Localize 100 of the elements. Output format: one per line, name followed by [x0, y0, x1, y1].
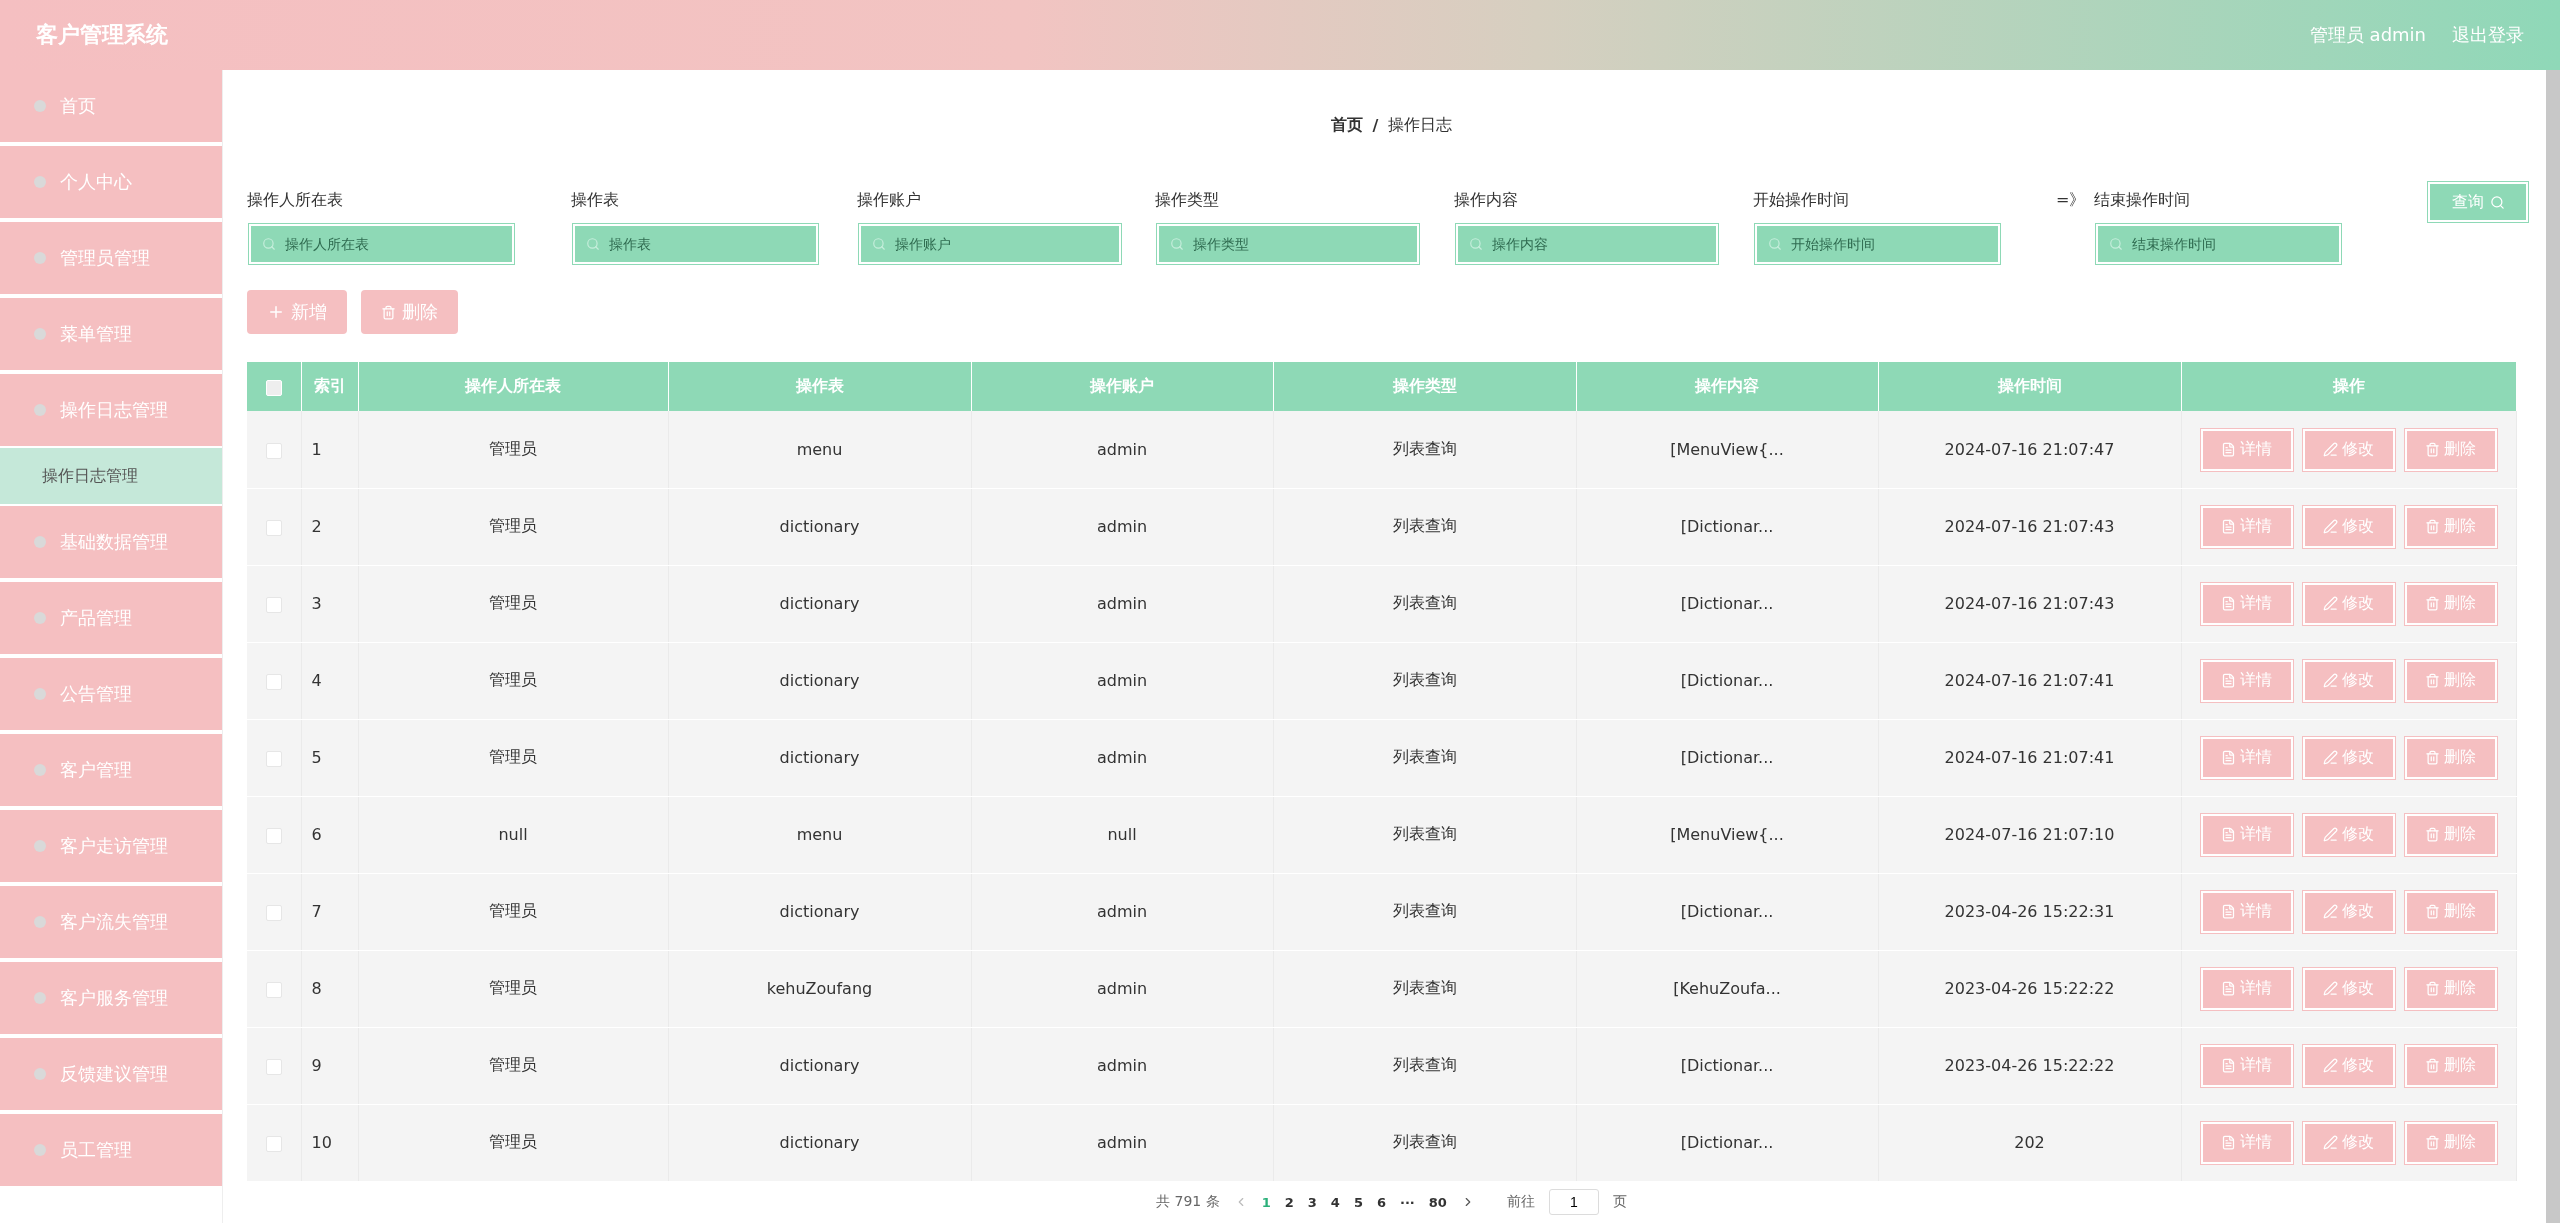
page-link[interactable]: 6 — [1376, 1194, 1386, 1210]
edit-button[interactable]: 修改 — [2302, 736, 2395, 779]
edit-button[interactable]: 修改 — [2302, 1044, 2395, 1087]
detail-button[interactable]: 详情 — [2200, 505, 2293, 548]
detail-button[interactable]: 详情 — [2200, 890, 2293, 933]
pencil-icon — [2323, 981, 2338, 997]
sidebar-item[interactable]: 操作日志管理 — [0, 374, 222, 446]
edit-button[interactable]: 修改 — [2302, 659, 2395, 702]
pencil-icon — [2323, 750, 2338, 766]
column-header: 操作 — [2181, 362, 2516, 412]
edit-button[interactable]: 修改 — [2302, 813, 2395, 856]
search-icon — [1469, 237, 1483, 252]
row-checkbox[interactable] — [265, 519, 282, 536]
row-checkbox[interactable] — [265, 1058, 282, 1075]
table-cell: admin — [971, 1027, 1273, 1105]
row-checkbox[interactable] — [265, 981, 282, 998]
sidebar-item[interactable]: 反馈建议管理 — [0, 1038, 222, 1110]
scrollbar[interactable] — [2546, 70, 2560, 1223]
delete-button[interactable]: 删除 — [2404, 1121, 2497, 1164]
detail-button[interactable]: 详情 — [2200, 428, 2293, 471]
add-button[interactable]: 新增 — [247, 290, 347, 335]
bullet-icon — [34, 840, 46, 852]
detail-button[interactable]: 详情 — [2200, 582, 2293, 625]
table-cell: 10 — [301, 1104, 358, 1182]
filter-field[interactable]: 操作账户 — [859, 224, 1121, 265]
table-cell: 2023-04-26 15:22:22 — [1878, 950, 2181, 1028]
sidebar-item[interactable]: 客户管理 — [0, 734, 222, 806]
delete-button[interactable]: 删除 — [361, 290, 458, 335]
edit-button[interactable]: 修改 — [2302, 1121, 2395, 1164]
table-cell: admin — [971, 719, 1273, 797]
page-link[interactable]: 1 — [1261, 1194, 1271, 1210]
filter-field[interactable]: 操作表 — [573, 224, 818, 265]
delete-button[interactable]: 删除 — [2404, 967, 2497, 1010]
sidebar-item[interactable]: 员工管理 — [0, 1114, 222, 1186]
page-link[interactable]: 2 — [1284, 1194, 1294, 1210]
delete-button[interactable]: 删除 — [2404, 659, 2497, 702]
row-checkbox[interactable] — [265, 596, 282, 613]
table-cell: 列表查询 — [1273, 642, 1576, 720]
sidebar-item[interactable]: 个人中心 — [0, 146, 222, 218]
bullet-icon — [34, 404, 46, 416]
page-link[interactable]: ··· — [1400, 1194, 1415, 1210]
sidebar-item[interactable]: 客户服务管理 — [0, 962, 222, 1034]
sidebar-item[interactable]: 公告管理 — [0, 658, 222, 730]
sidebar-item[interactable]: 产品管理 — [0, 582, 222, 654]
table-cell: admin — [971, 411, 1273, 489]
sidebar-item[interactable]: 客户流失管理 — [0, 886, 222, 958]
page-link[interactable]: 3 — [1307, 1194, 1317, 1210]
row-checkbox[interactable] — [265, 904, 282, 921]
table-cell: null — [971, 796, 1273, 874]
page-link[interactable]: 80 — [1428, 1194, 1447, 1210]
row-checkbox[interactable] — [265, 1135, 282, 1152]
table-cell: 管理员 — [358, 411, 668, 489]
detail-button[interactable]: 详情 — [2200, 659, 2293, 702]
edit-button[interactable]: 修改 — [2302, 890, 2395, 933]
table-cell: 9 — [301, 1027, 358, 1105]
detail-button[interactable]: 详情 — [2200, 813, 2293, 856]
delete-button[interactable]: 删除 — [2404, 736, 2497, 779]
query-button[interactable]: 查询 — [2428, 182, 2528, 223]
filter-field[interactable]: 结束操作时间 — [2096, 224, 2341, 265]
delete-button[interactable]: 删除 — [2404, 1044, 2497, 1087]
filter-field[interactable]: 操作内容 — [1456, 224, 1718, 265]
page-link[interactable]: 5 — [1353, 1194, 1363, 1210]
row-checkbox[interactable] — [265, 827, 282, 844]
select-all-checkbox[interactable] — [265, 379, 282, 396]
detail-button[interactable]: 详情 — [2200, 967, 2293, 1010]
bullet-icon — [34, 764, 46, 776]
edit-button[interactable]: 修改 — [2302, 967, 2395, 1010]
sidebar-item[interactable]: 管理员管理 — [0, 222, 222, 294]
row-checkbox[interactable] — [265, 750, 282, 767]
delete-button[interactable]: 删除 — [2404, 505, 2497, 548]
table-cell: admin — [971, 642, 1273, 720]
breadcrumb-link[interactable]: 首页 — [1330, 114, 1363, 136]
sidebar-item[interactable]: 基础数据管理 — [0, 506, 222, 578]
edit-button[interactable]: 修改 — [2302, 582, 2395, 625]
logout-link[interactable]: 退出登录 — [2452, 23, 2524, 47]
detail-button[interactable]: 详情 — [2200, 1121, 2293, 1164]
delete-button[interactable]: 删除 — [2404, 428, 2497, 471]
sidebar-item[interactable]: 客户走访管理 — [0, 810, 222, 882]
column-header: 操作内容 — [1576, 362, 1878, 412]
edit-button[interactable]: 修改 — [2302, 505, 2395, 548]
row-checkbox[interactable] — [265, 673, 282, 690]
breadcrumb-link[interactable]: 操作日志 — [1388, 114, 1453, 136]
filter-field[interactable]: 开始操作时间 — [1755, 224, 2000, 265]
table-cell: [Dictionar... — [1576, 488, 1878, 566]
page-link[interactable]: 4 — [1330, 1194, 1340, 1210]
table-cell: [Dictionar... — [1576, 719, 1878, 797]
page-input[interactable]: 1 — [1548, 1189, 1599, 1216]
delete-button[interactable]: 删除 — [2404, 582, 2497, 625]
trash-icon — [2425, 981, 2440, 997]
sidebar-item[interactable]: 菜单管理 — [0, 298, 222, 370]
filter-field[interactable]: 操作人所在表 — [249, 224, 514, 265]
delete-button[interactable]: 删除 — [2404, 890, 2497, 933]
sidebar-item[interactable]: 首页 — [0, 70, 222, 142]
detail-button[interactable]: 详情 — [2200, 736, 2293, 779]
filter-field[interactable]: 操作类型 — [1157, 224, 1419, 265]
delete-button[interactable]: 删除 — [2404, 813, 2497, 856]
row-checkbox[interactable] — [265, 442, 282, 459]
sidebar-subitem[interactable]: 操作日志管理 — [0, 448, 222, 504]
edit-button[interactable]: 修改 — [2302, 428, 2395, 471]
detail-button[interactable]: 详情 — [2200, 1044, 2293, 1087]
